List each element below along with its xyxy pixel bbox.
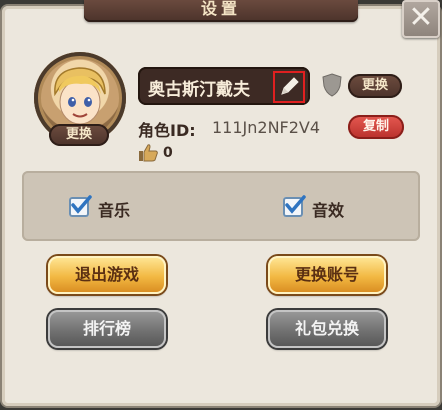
sfx-label: 音效: [312, 201, 345, 220]
role-id-label: 角色ID:: [138, 121, 196, 140]
role-id-value: 111Jn2NF2V4: [212, 118, 321, 137]
shield-icon: [322, 73, 342, 97]
gift-redeem-button[interactable]: 礼包兑换: [268, 310, 386, 348]
change-name-button[interactable]: 更换: [348, 74, 402, 98]
switch-account-button[interactable]: 更换账号: [268, 256, 386, 294]
thumbs-up-icon: [139, 144, 158, 162]
close-button[interactable]: ✕: [402, 0, 440, 38]
avatar-change-button[interactable]: 更换: [49, 124, 109, 146]
sfx-checkbox[interactable]: [283, 195, 306, 217]
copy-id-button[interactable]: 复制: [348, 115, 404, 139]
checkmark-icon: [71, 195, 92, 214]
edit-name-button[interactable]: [273, 71, 305, 103]
dialog-title: 设置: [84, 0, 358, 22]
logout-button[interactable]: 退出游戏: [48, 256, 166, 294]
player-name: 奥古斯汀戴夫: [148, 80, 250, 100]
checkmark-icon: [285, 195, 306, 214]
leaderboard-button[interactable]: 排行榜: [48, 310, 166, 348]
music-checkbox[interactable]: [69, 195, 92, 217]
music-label: 音乐: [98, 201, 131, 220]
like-count: 0: [163, 145, 173, 161]
close-icon: ✕: [408, 0, 434, 35]
hero-avatar-icon: [54, 67, 106, 125]
pencil-icon: [281, 77, 299, 95]
